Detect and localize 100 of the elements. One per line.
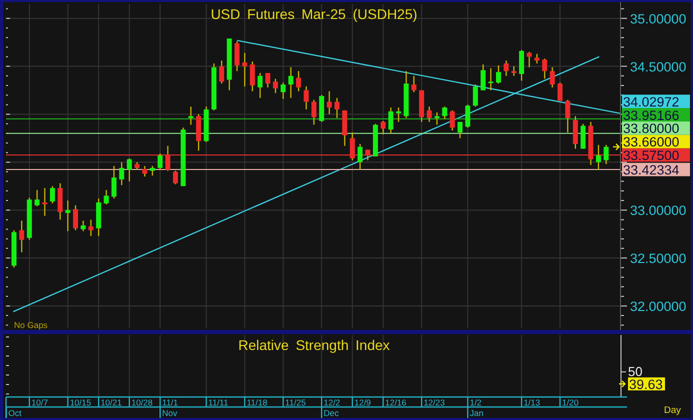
candlestick bbox=[488, 68, 494, 90]
candlestick bbox=[26, 198, 32, 240]
axis-ticks bbox=[620, 334, 626, 398]
candlestick bbox=[204, 106, 209, 142]
candlestick bbox=[350, 132, 355, 160]
price-tag: 33.95166 bbox=[622, 108, 690, 123]
candlestick bbox=[511, 66, 516, 76]
candlestick bbox=[242, 52, 248, 86]
candlestick bbox=[365, 150, 370, 160]
candlestick bbox=[34, 190, 40, 206]
candlestick bbox=[558, 82, 563, 101]
ref-line-label: 33.42334 bbox=[623, 162, 680, 178]
date-label: 10/15 bbox=[70, 398, 92, 408]
candlestick bbox=[372, 124, 378, 156]
candlestick bbox=[311, 100, 316, 125]
candlestick bbox=[580, 124, 586, 149]
price-tag: 33.66000 bbox=[622, 134, 690, 150]
ref-line-label: 33.57500 bbox=[623, 148, 680, 163]
date-label: 11/18 bbox=[246, 398, 268, 408]
date-label: 12/16 bbox=[385, 398, 406, 408]
date-label: 10/28 bbox=[131, 398, 153, 408]
date-label: 10/21 bbox=[100, 398, 122, 408]
candlestick bbox=[134, 162, 140, 170]
candlestick bbox=[434, 112, 440, 125]
candlestick bbox=[126, 158, 132, 182]
candlestick bbox=[165, 146, 170, 171]
ref-line-label: 33.95166 bbox=[623, 108, 680, 123]
candlestick bbox=[226, 38, 232, 90]
candlestick bbox=[572, 116, 578, 149]
date-label: 12/23 bbox=[424, 398, 445, 408]
candlestick bbox=[65, 200, 70, 232]
arrow-icon bbox=[612, 143, 620, 150]
candlestick bbox=[119, 162, 124, 186]
month-label: Dec bbox=[324, 408, 339, 418]
candlestick bbox=[50, 186, 55, 204]
candlestick bbox=[450, 110, 455, 131]
candlestick bbox=[550, 67, 555, 88]
candlestick bbox=[211, 63, 216, 110]
y-tick-label: 35.00000 bbox=[630, 11, 686, 26]
candlestick bbox=[73, 205, 78, 230]
candlestick bbox=[173, 170, 178, 184]
candlestick bbox=[442, 106, 448, 120]
candlestick bbox=[596, 144, 601, 170]
y-tick-label: 33.00000 bbox=[630, 203, 686, 218]
axis-label: 50 bbox=[628, 364, 642, 379]
candlestick bbox=[342, 110, 348, 146]
price-tag: 33.57500 bbox=[622, 148, 690, 163]
date-label: 11/25 bbox=[285, 398, 306, 408]
candlestick bbox=[426, 106, 432, 122]
candlestick bbox=[380, 120, 386, 134]
candlestick bbox=[219, 60, 224, 84]
candlestick bbox=[180, 128, 186, 186]
candlestick bbox=[326, 91, 332, 114]
candlestick bbox=[265, 73, 270, 88]
price-tag: 33.42334 bbox=[622, 162, 690, 178]
candlestick bbox=[519, 50, 524, 81]
arrow-icon bbox=[618, 380, 626, 388]
candlestick bbox=[542, 58, 548, 79]
date-label: 11/1 bbox=[162, 398, 178, 408]
candlestick bbox=[319, 95, 324, 122]
candlestick bbox=[96, 198, 102, 236]
candlestick bbox=[388, 108, 394, 134]
candlestick bbox=[472, 84, 478, 107]
date-label: 11/11 bbox=[208, 398, 228, 408]
candlestick bbox=[358, 144, 363, 170]
candlestick bbox=[604, 144, 609, 164]
candlestick bbox=[142, 166, 148, 177]
candlestick bbox=[458, 122, 463, 138]
no-gaps-label: No Gaps bbox=[14, 320, 48, 330]
candlestick bbox=[150, 166, 155, 176]
candlestick bbox=[288, 67, 294, 98]
value-tag: 39.63 bbox=[628, 376, 665, 392]
chart-title: Relative Strength Index bbox=[238, 337, 390, 353]
candlestick bbox=[258, 73, 263, 98]
candlestick bbox=[296, 71, 302, 92]
month-label: Nov bbox=[162, 408, 178, 418]
date-label: 1/2 bbox=[470, 398, 482, 408]
candlestick bbox=[565, 100, 570, 132]
candlestick bbox=[419, 90, 424, 122]
chart-title: USD Futures Mar-25 (USDH25) bbox=[210, 6, 418, 22]
candlestick bbox=[396, 108, 402, 122]
month-label: Oct bbox=[8, 408, 22, 418]
candlestick bbox=[42, 188, 48, 216]
price-tag: 34.02972 bbox=[622, 94, 690, 110]
candlestick bbox=[588, 122, 594, 166]
date-label: 10/7 bbox=[31, 398, 48, 408]
date-label: 1/13 bbox=[524, 398, 540, 408]
month-label: Jan bbox=[470, 408, 484, 418]
candlestick bbox=[411, 76, 416, 92]
candlestick bbox=[404, 71, 409, 118]
period-label: Day bbox=[664, 405, 681, 416]
date-label: 1/20 bbox=[562, 398, 579, 408]
candlestick bbox=[12, 230, 16, 268]
candlestick bbox=[526, 52, 532, 68]
candlestick bbox=[196, 114, 202, 151]
date-label: 12/9 bbox=[354, 398, 371, 408]
y-tick-label: 32.00000 bbox=[630, 298, 686, 314]
candlestick bbox=[250, 62, 255, 92]
candlestick bbox=[80, 220, 86, 232]
candlestick bbox=[304, 86, 309, 110]
